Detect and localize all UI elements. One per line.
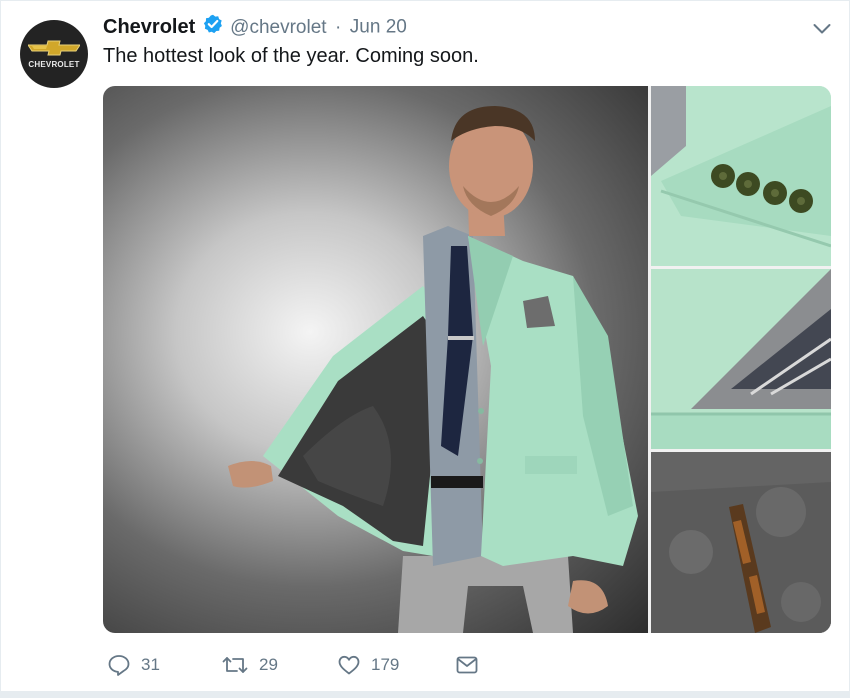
man-in-mint-blazer-photo[interactable]: [103, 86, 648, 633]
tweet-text: The hottest look of the year. Coming soo…: [103, 45, 479, 67]
jacket-lining-pen-photo[interactable]: [651, 452, 831, 633]
heart-icon: [338, 655, 360, 675]
account-name[interactable]: Chevrolet: [103, 16, 195, 38]
tweet-header: Chevrolet @chevrolet · Jun 20: [103, 14, 407, 42]
like-count: 179: [371, 655, 400, 674]
retweet-icon: [222, 657, 248, 673]
retweet-button[interactable]: 29: [221, 652, 278, 678]
like-button[interactable]: 179: [337, 652, 399, 678]
chevron-down-icon[interactable]: [813, 23, 831, 35]
avatar[interactable]: CHEVROLET: [20, 20, 88, 88]
tweet-card[interactable]: CHEVROLET Chevrolet @chevrolet · Jun 20 …: [0, 0, 850, 692]
blazer-cuff-buttons-photo[interactable]: [651, 86, 831, 266]
chevrolet-bowtie-logo: [28, 40, 80, 56]
account-handle[interactable]: @chevrolet: [230, 17, 326, 38]
retweet-count: 29: [259, 655, 278, 674]
reply-count: 31: [141, 655, 160, 674]
media-grid: [103, 86, 831, 633]
reply-button[interactable]: 31: [107, 652, 160, 678]
envelope-icon: [456, 656, 478, 674]
avatar-wordmark: CHEVROLET: [28, 60, 80, 69]
verified-badge-icon: [203, 14, 223, 39]
pocket-square-photo[interactable]: [651, 269, 831, 449]
separator-dot: ·: [335, 16, 342, 38]
reply-icon: [108, 655, 130, 676]
direct-message-button[interactable]: [455, 652, 479, 678]
tweet-date[interactable]: Jun 20: [350, 17, 407, 38]
